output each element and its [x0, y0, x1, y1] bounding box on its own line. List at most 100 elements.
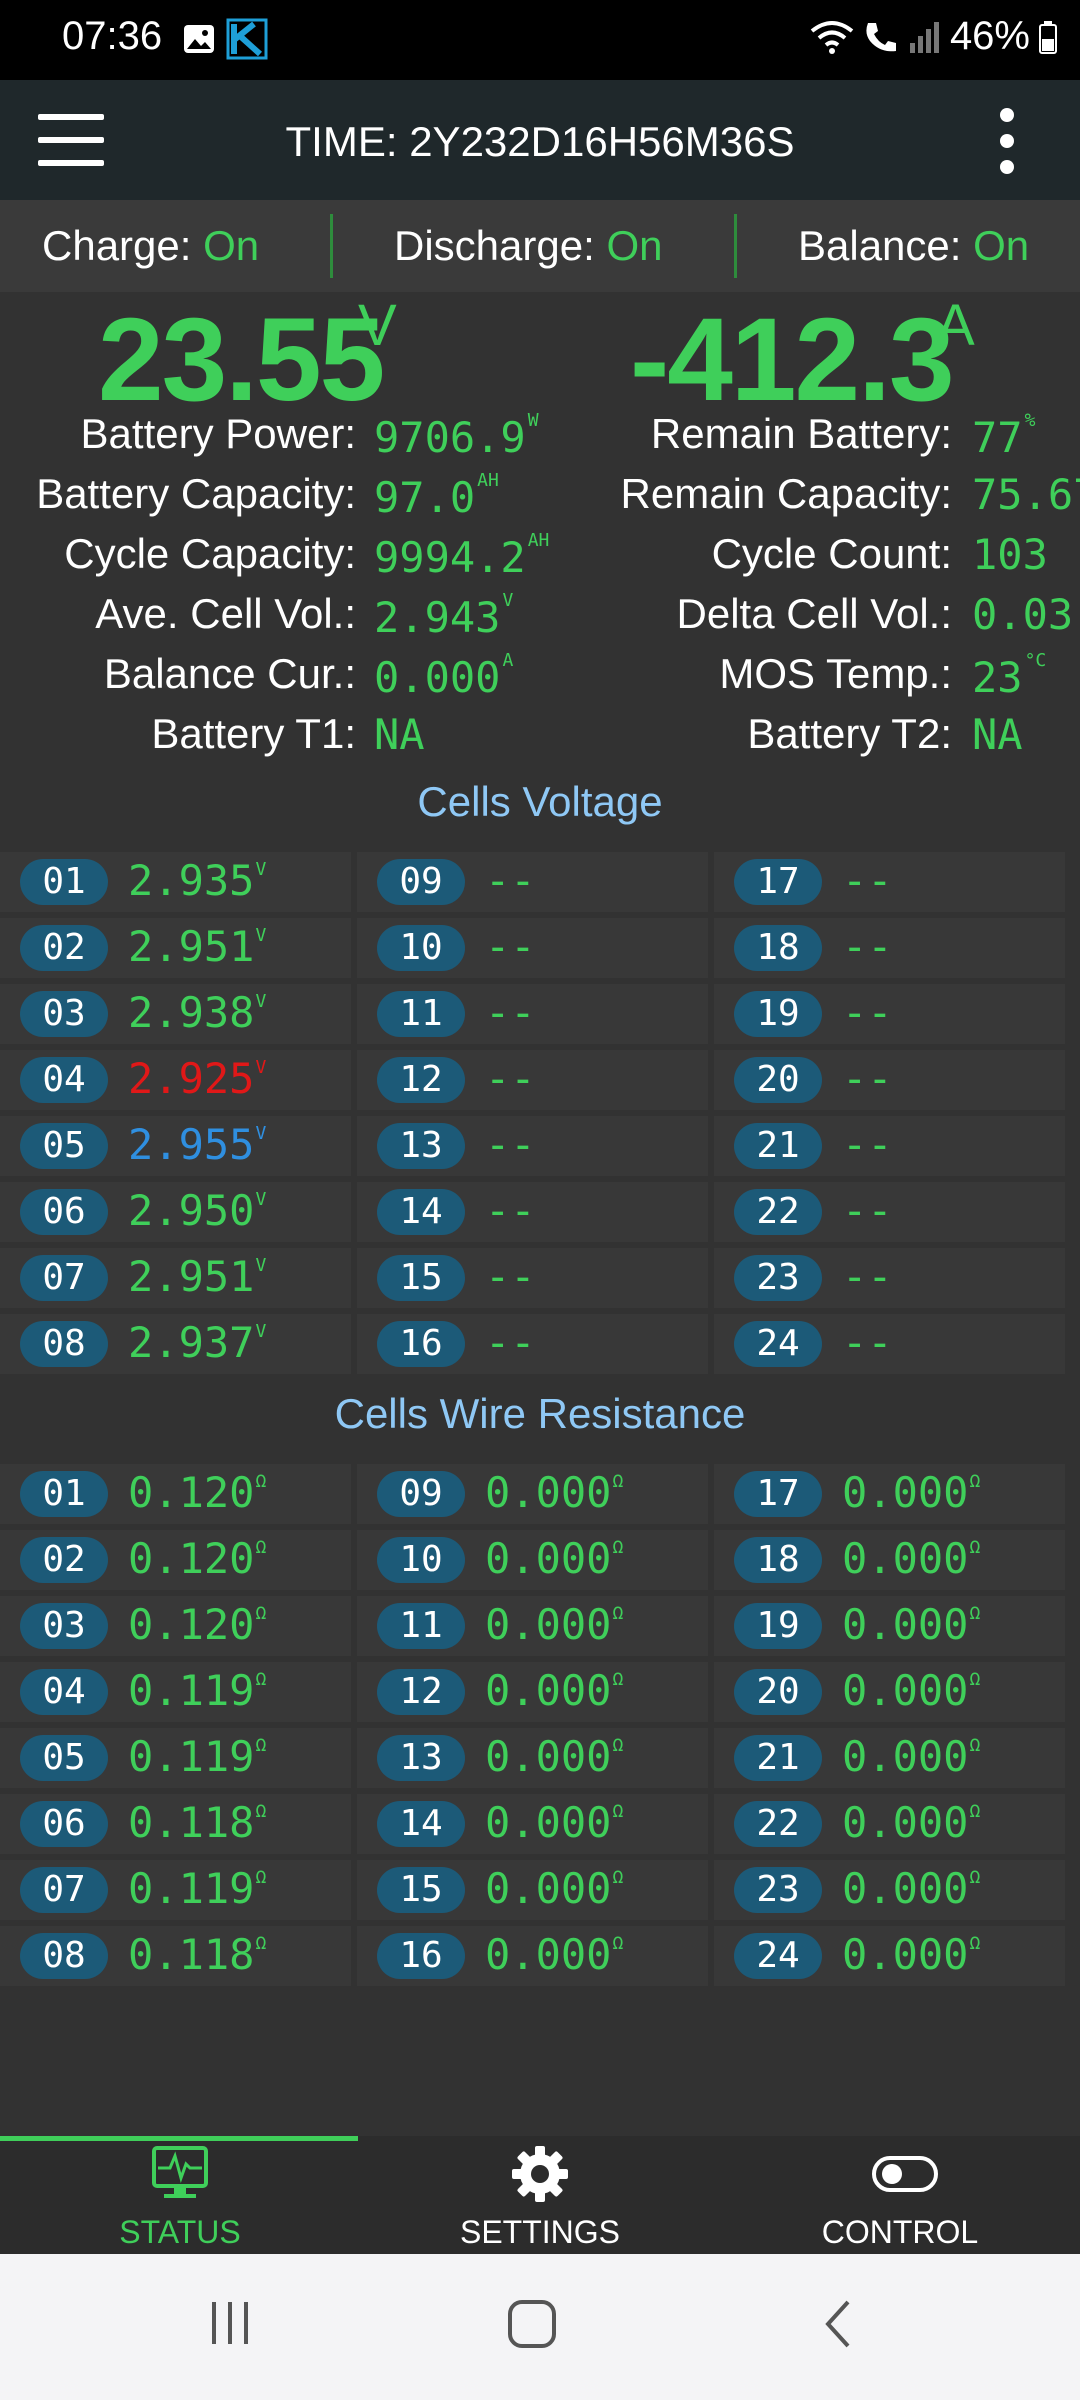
- cell-voltage-cell: 15 --: [357, 1248, 714, 1308]
- cell-resistance-cell: 04 0.119Ω: [0, 1662, 357, 1722]
- summary-label: Remain Capacity:: [620, 470, 952, 517]
- cell-number-badge: 03: [20, 1603, 108, 1649]
- recent-apps-icon[interactable]: [206, 2298, 256, 2348]
- cell-voltage-value: 2.938V: [128, 988, 267, 1037]
- status-toggles: Charge: On Discharge: On Balance: On: [0, 200, 1080, 292]
- cell-number-badge: 20: [734, 1669, 822, 1715]
- home-icon[interactable]: [506, 2298, 558, 2350]
- status-time: 07:36: [62, 14, 163, 58]
- cell-number-badge: 21: [734, 1735, 822, 1781]
- cell-resistance-cell: 17 0.000Ω: [714, 1464, 1071, 1524]
- cell-voltage-value: 2.925V: [128, 1054, 267, 1103]
- cell-resistance-value: 0.119Ω: [128, 1666, 267, 1715]
- cell-voltage-value: --: [485, 1120, 536, 1169]
- app-bar: TIME: 2Y232D16H56M36S: [0, 80, 1080, 200]
- cell-voltage-cell: 13 --: [357, 1116, 714, 1176]
- cell-number-badge: 16: [377, 1933, 465, 1979]
- cell-voltage-value: --: [842, 856, 893, 905]
- cell-voltage-cell: 06 2.950V: [0, 1182, 357, 1242]
- cell-number-badge: 10: [377, 925, 465, 971]
- cell-resistance-cell: 01 0.120Ω: [0, 1464, 357, 1524]
- cell-resistance-value: 0.000Ω: [842, 1864, 981, 1913]
- cell-number-badge: 21: [734, 1123, 822, 1169]
- summary-value: NA: [374, 710, 425, 759]
- cell-voltage-value: --: [485, 922, 536, 971]
- cell-resistance-cell: 08 0.118Ω: [0, 1926, 357, 1986]
- total-current: -412.3: [630, 294, 955, 426]
- more-options-icon[interactable]: [992, 108, 1022, 178]
- cell-number-badge: 10: [377, 1537, 465, 1583]
- divider: [734, 214, 737, 278]
- summary-label: Battery Power:: [80, 410, 356, 457]
- cell-resistance-value: 0.000Ω: [485, 1468, 624, 1517]
- summary-label: Cycle Count:: [711, 530, 952, 577]
- cell-resistance-cell: 14 0.000Ω: [357, 1794, 714, 1854]
- cell-voltage-value: --: [485, 1252, 536, 1301]
- cell-resistance-value: 0.000Ω: [842, 1468, 981, 1517]
- battery-percent: 46%: [949, 14, 1030, 58]
- page-title: TIME: 2Y232D16H56M36S: [285, 118, 795, 165]
- cell-resistance-value: 0.000Ω: [842, 1666, 981, 1715]
- cell-number-badge: 06: [20, 1189, 108, 1235]
- summary-label: Delta Cell Vol.:: [676, 590, 952, 637]
- cell-number-badge: 19: [734, 1603, 822, 1649]
- cell-number-badge: 12: [377, 1057, 465, 1103]
- cell-voltage-cell: 16 --: [357, 1314, 714, 1374]
- cell-voltage-cell: 18 --: [714, 918, 1071, 978]
- cell-resistance-cell: 10 0.000Ω: [357, 1530, 714, 1590]
- cell-number-badge: 23: [734, 1867, 822, 1913]
- cell-voltage-value: --: [485, 1054, 536, 1103]
- charge-status: Charge: On: [42, 222, 260, 269]
- cell-number-badge: 09: [377, 1471, 465, 1517]
- cell-voltage-cell: 21 --: [714, 1116, 1071, 1176]
- cell-number-badge: 04: [20, 1057, 108, 1103]
- cell-number-badge: 16: [377, 1321, 465, 1367]
- cell-voltage-value: 2.937V: [128, 1318, 267, 1367]
- cell-resistance-cell: 18 0.000Ω: [714, 1530, 1071, 1590]
- cell-resistance-cell: 21 0.000Ω: [714, 1728, 1071, 1788]
- cell-voltage-cell: 07 2.951V: [0, 1248, 357, 1308]
- cell-number-badge: 20: [734, 1057, 822, 1103]
- cell-voltage-cell: 01 2.935V: [0, 852, 357, 912]
- cell-voltage-value: --: [842, 1120, 893, 1169]
- cell-number-badge: 05: [20, 1735, 108, 1781]
- cell-voltage-value: 2.950V: [128, 1186, 267, 1235]
- gallery-icon: [184, 25, 214, 53]
- cell-voltage-cell: 10 --: [357, 918, 714, 978]
- back-icon[interactable]: [818, 2298, 858, 2350]
- toggle-icon: [872, 2156, 938, 2192]
- cell-voltage-value: 2.951V: [128, 922, 267, 971]
- cell-number-badge: 22: [734, 1801, 822, 1847]
- cell-number-badge: 07: [20, 1255, 108, 1301]
- cell-voltage-value: --: [842, 1054, 893, 1103]
- cell-voltage-cell: 17 --: [714, 852, 1071, 912]
- cell-resistance-value: 0.000Ω: [485, 1864, 624, 1913]
- cell-number-badge: 15: [377, 1867, 465, 1913]
- summary-label: Balance Cur.:: [103, 650, 356, 697]
- summary-value: 97.0 AH: [374, 470, 499, 522]
- battery-icon: [1039, 20, 1057, 54]
- cell-resistance-value: 0.000Ω: [485, 1600, 624, 1649]
- cell-resistance-value: 0.120Ω: [128, 1600, 267, 1649]
- battery-summary: 23.55 V -412.3 A Battery Power: 9706.9 W Ba…: [0, 292, 1080, 760]
- cell-number-badge: 13: [377, 1735, 465, 1781]
- summary-label: Battery T1:: [151, 710, 356, 757]
- tab-status[interactable]: STATUS: [0, 2136, 360, 2254]
- cell-number-badge: 07: [20, 1867, 108, 1913]
- cell-resistance-value: 0.000Ω: [485, 1798, 624, 1847]
- cell-resistance-cell: 22 0.000Ω: [714, 1794, 1071, 1854]
- balance-status: Balance: On: [798, 222, 1030, 269]
- cell-number-badge: 14: [377, 1801, 465, 1847]
- tab-control[interactable]: CONTROL: [720, 2136, 1080, 2254]
- summary-value: 75.67: [972, 470, 1080, 519]
- cell-resistance-value: 0.000Ω: [842, 1930, 981, 1979]
- cell-resistance-cell: 16 0.000Ω: [357, 1926, 714, 1986]
- cell-number-badge: 19: [734, 991, 822, 1037]
- voltage-unit: V: [358, 293, 397, 358]
- cell-number-badge: 23: [734, 1255, 822, 1301]
- cell-voltage-value: --: [842, 922, 893, 971]
- cell-resistance-value: 0.118Ω: [128, 1798, 267, 1847]
- cell-voltage-cell: 09 --: [357, 852, 714, 912]
- cell-number-badge: 02: [20, 1537, 108, 1583]
- tab-settings[interactable]: SETTINGS: [360, 2136, 720, 2254]
